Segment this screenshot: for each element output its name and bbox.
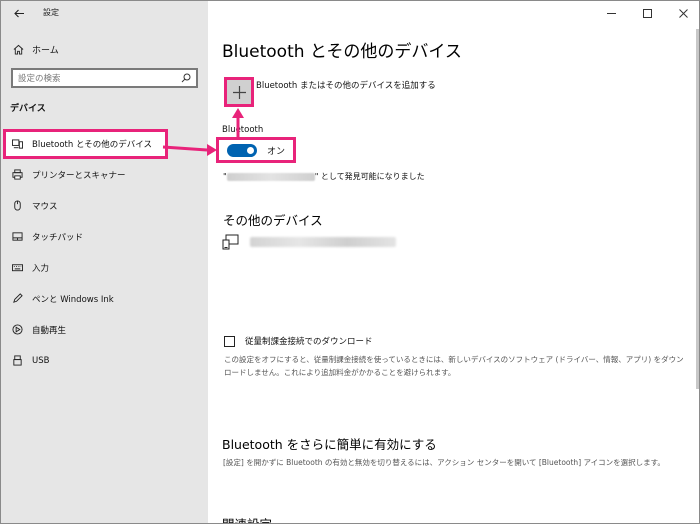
device-item[interactable] (222, 232, 396, 252)
back-arrow-icon (13, 9, 24, 17)
discoverable-suffix: " として発見可能になりました (314, 172, 425, 181)
metered-checkbox[interactable] (224, 335, 235, 347)
sidebar-item-autoplay[interactable]: 自動再生 (1, 314, 208, 345)
maximize-button[interactable] (629, 1, 665, 25)
page-title: Bluetooth とその他のデバイス (222, 42, 462, 62)
metered-description: この設定をオフにすると、従量制課金接続を使っているときには、新しいデバイスのソフ… (224, 355, 684, 377)
sidebar-item-printers[interactable]: プリンターとスキャナー (1, 159, 208, 190)
device-icon (222, 234, 239, 250)
settings-window: 設定 ホーム デバイス Bluetooth とその他のデバイス プリンターとスキ… (0, 0, 700, 524)
bluetooth-devices-icon (12, 138, 23, 149)
blurred-device-label (250, 237, 396, 247)
pen-icon (13, 293, 23, 303)
sidebar-item-usb[interactable]: USB (1, 345, 208, 376)
scrollbar[interactable] (696, 29, 699, 389)
sidebar-item-label: Bluetooth とその他のデバイス (32, 140, 152, 150)
sidebar-item-touchpad[interactable]: タッチパッド (1, 221, 208, 252)
sidebar-home-label: ホーム (32, 45, 59, 56)
home-icon (13, 44, 24, 55)
sidebar: 設定 ホーム デバイス Bluetooth とその他のデバイス プリンターとスキ… (1, 1, 208, 523)
sidebar-item-typing[interactable]: 入力 (1, 252, 208, 283)
bluetooth-toggle[interactable] (227, 143, 257, 157)
other-devices-title: その他のデバイス (223, 213, 323, 228)
bluetooth-label: Bluetooth (222, 125, 264, 135)
back-button[interactable] (7, 3, 31, 23)
sidebar-item-label: タッチパッド (32, 232, 84, 243)
sidebar-item-label: 入力 (32, 263, 50, 274)
sidebar-nav: Bluetooth とその他のデバイス プリンターとスキャナー マウス タッチパ… (1, 129, 208, 376)
blurred-device-name (226, 172, 315, 181)
related-settings-title: 関連設定 (222, 514, 272, 523)
minimize-button[interactable] (593, 1, 629, 25)
sidebar-item-label: ペンと Windows Ink (32, 294, 114, 305)
bluetooth-toggle-highlight: オン (216, 137, 296, 163)
sidebar-item-pen[interactable]: ペンと Windows Ink (1, 283, 208, 314)
easy-enable-title: Bluetooth をさらに簡単に有効にする (222, 437, 437, 452)
content-pane: Bluetooth とその他のデバイス Bluetooth またはその他のデバイ… (208, 1, 699, 523)
close-icon (678, 8, 688, 18)
close-button[interactable] (665, 1, 699, 25)
maximize-icon (642, 8, 652, 18)
search-icon[interactable] (181, 73, 191, 83)
search-box[interactable] (11, 68, 198, 88)
metered-label: 従量制課金接続でのダウンロード (245, 337, 373, 347)
mouse-icon (14, 200, 21, 211)
usb-icon (13, 355, 22, 366)
sidebar-item-label: USB (32, 355, 50, 366)
minimize-icon (606, 12, 616, 14)
plus-icon (232, 85, 246, 99)
printer-icon (12, 169, 23, 180)
add-device-label[interactable]: Bluetooth またはその他のデバイスを追加する (256, 79, 436, 91)
titlebar-left: 設定 (1, 1, 208, 25)
autoplay-icon (12, 324, 23, 335)
toggle-knob (247, 146, 254, 154)
sidebar-item-bluetooth[interactable]: Bluetooth とその他のデバイス (3, 129, 168, 159)
toggle-state-text: オン (267, 146, 286, 157)
sidebar-item-label: プリンターとスキャナー (32, 170, 126, 181)
add-device-button[interactable] (224, 77, 254, 107)
window-controls (593, 1, 699, 25)
section-title: デバイス (10, 104, 46, 114)
discoverable-status: " " として発見可能になりました (223, 171, 425, 182)
easy-enable-description: [設定] を開かずに Bluetooth の有効と無効を切り替えるには、アクショ… (223, 458, 665, 467)
metered-download-option[interactable]: 従量制課金接続でのダウンロード (224, 335, 373, 347)
sidebar-item-label: マウス (32, 201, 58, 212)
touchpad-icon (12, 232, 23, 241)
keyboard-icon (12, 264, 23, 272)
sidebar-item-label: 自動再生 (32, 325, 67, 336)
sidebar-item-mouse[interactable]: マウス (1, 190, 208, 221)
app-title: 設定 (43, 8, 59, 17)
sidebar-home[interactable]: ホーム (1, 39, 208, 59)
search-input[interactable] (18, 72, 178, 85)
